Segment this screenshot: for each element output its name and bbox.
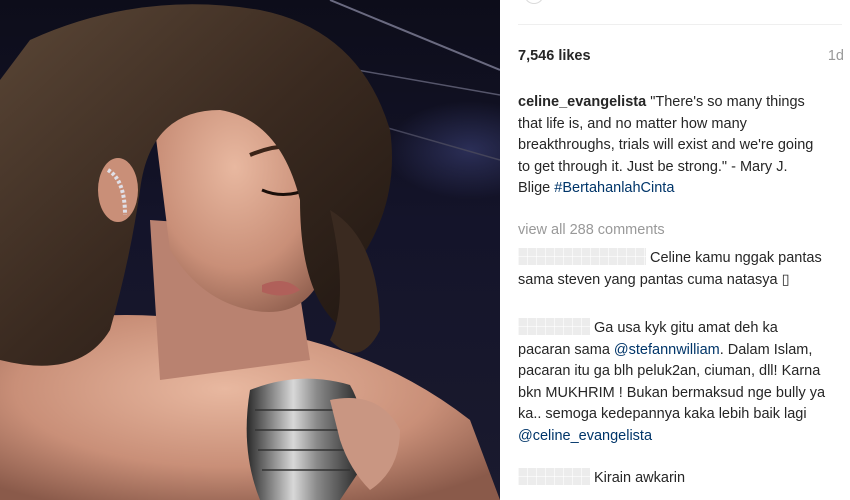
divider xyxy=(518,24,842,25)
likes-count[interactable]: 7,546 likes xyxy=(518,48,591,64)
post-details-panel: 7,546 likes 1d celine_evangelista "There… xyxy=(500,0,850,500)
post-timestamp[interactable]: 1d xyxy=(828,48,844,64)
view-all-comments-link[interactable]: view all 288 comments xyxy=(518,222,665,238)
comment-item: Celine kamu nggak pantas sama steven yan… xyxy=(518,248,828,291)
mention-link[interactable]: @stefannwilliam xyxy=(614,342,720,358)
redacted-username xyxy=(518,468,590,485)
avatar[interactable] xyxy=(524,0,544,4)
photo-illustration xyxy=(0,0,500,500)
comment-item: Ga usa kyk gitu amat deh ka pacaran sama… xyxy=(518,318,828,447)
hashtag-link[interactable]: #BertahanlahCinta xyxy=(554,180,674,196)
caption-username-link[interactable]: celine_evangelista xyxy=(518,94,646,110)
post-caption: celine_evangelista "There's so many thin… xyxy=(518,92,818,200)
post-photo xyxy=(0,0,500,500)
comment-text: Kirain awkarin xyxy=(594,470,686,486)
redacted-username xyxy=(518,318,590,335)
mention-link[interactable]: @celine_evangelista xyxy=(518,428,652,444)
comment-item: Kirain awkarin xyxy=(518,468,828,490)
redacted-username xyxy=(518,248,646,265)
